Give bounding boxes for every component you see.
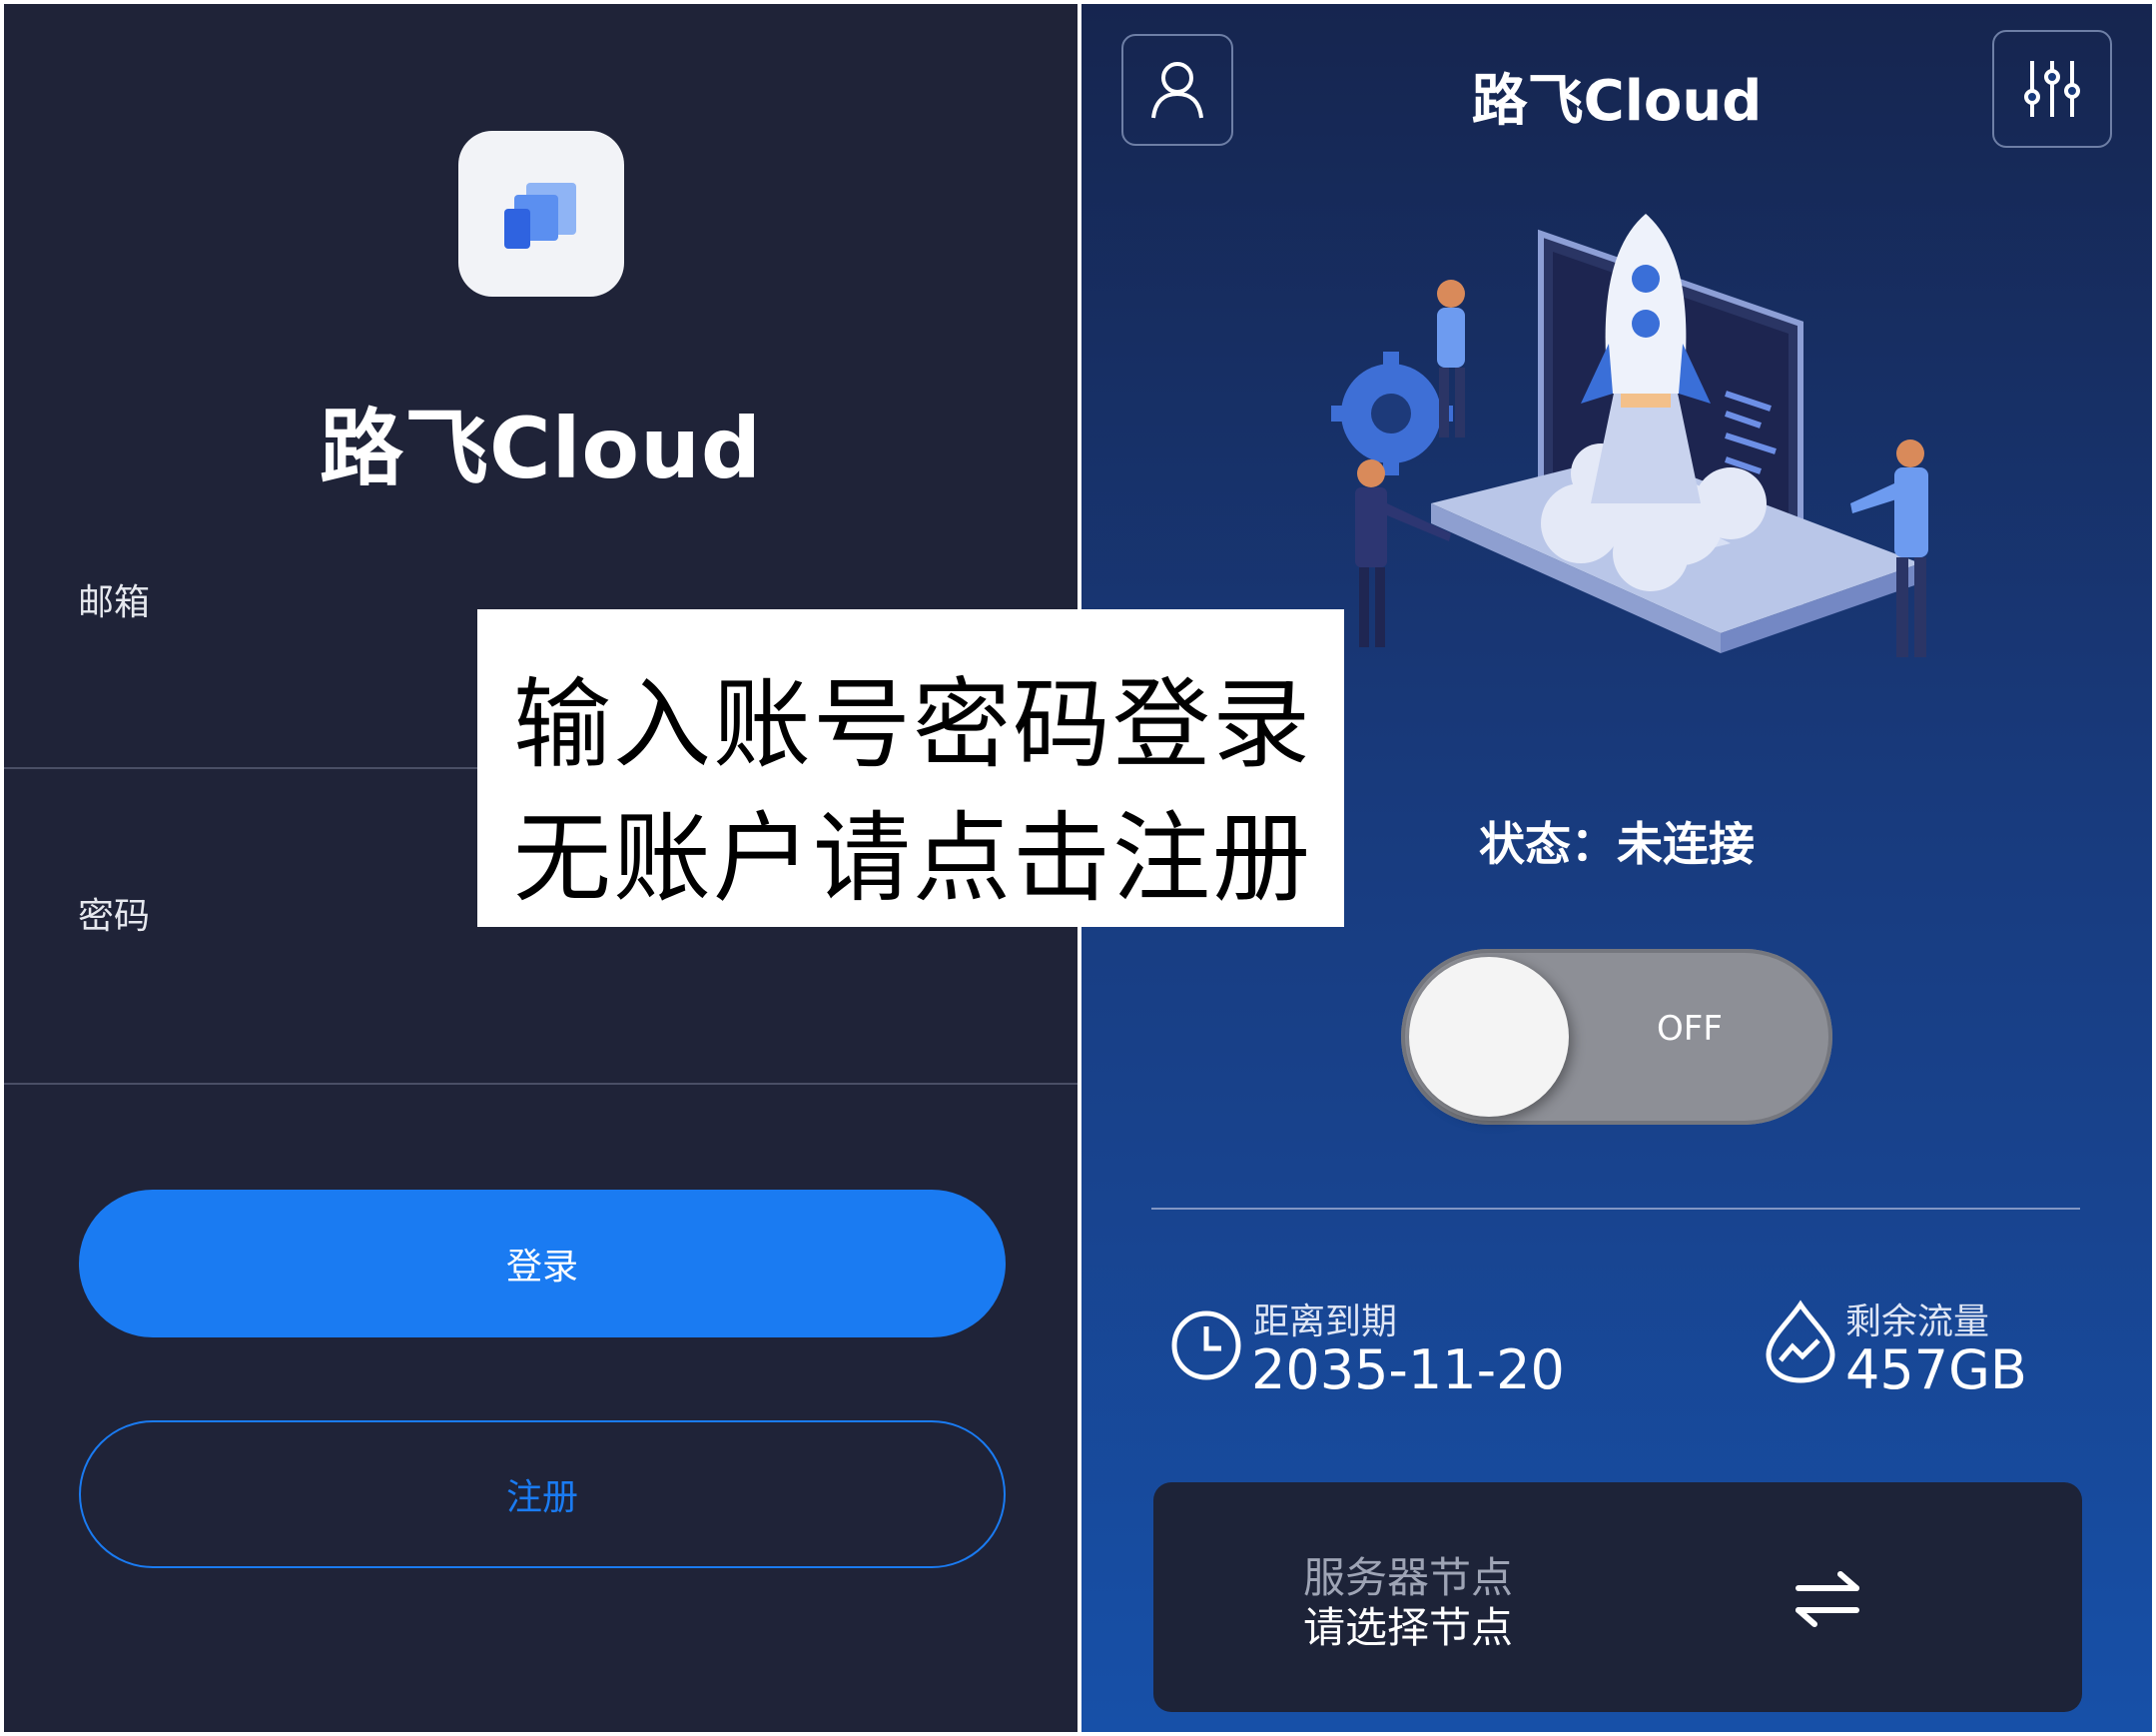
app-title: 路飞Cloud [319, 400, 763, 497]
water-drop-chart-icon [1766, 1300, 1835, 1383]
register-button[interactable]: 注册 [79, 1420, 1006, 1568]
instruction-caption: 输入账号密码登录 无账户请点击注册 [477, 609, 1344, 927]
app-logo [458, 131, 624, 297]
password-divider [4, 1083, 1078, 1085]
caption-line-1: 输入账号密码登录 [513, 668, 1313, 782]
settings-button[interactable] [1992, 30, 2112, 148]
toggle-knob [1409, 957, 1569, 1117]
password-label: 密码 [78, 896, 151, 937]
stats-divider [1151, 1208, 2080, 1210]
caption-line-2: 无账户请点击注册 [513, 802, 1313, 916]
rocket-launch-illustration [1331, 214, 1928, 657]
login-button[interactable]: 登录 [79, 1190, 1006, 1337]
expiry-label: 距离到期 [1253, 1302, 1398, 1342]
stacked-windows-icon [504, 183, 576, 249]
expiry-value: 2035-11-20 [1251, 1338, 1565, 1401]
traffic-label: 剩余流量 [1845, 1302, 1990, 1342]
swap-arrows-icon[interactable] [1795, 1570, 1860, 1628]
server-node-value: 请选择节点 [1303, 1603, 1514, 1652]
server-node-selector[interactable]: 服务器节点 请选择节点 [1153, 1482, 2082, 1712]
sliders-icon [2024, 61, 2080, 117]
traffic-value: 457GB [1845, 1338, 2027, 1401]
connection-toggle[interactable]: OFF [1401, 949, 1832, 1125]
clock-icon [1171, 1310, 1241, 1380]
email-label: 邮箱 [78, 582, 151, 623]
toggle-label: OFF [1657, 1009, 1723, 1049]
